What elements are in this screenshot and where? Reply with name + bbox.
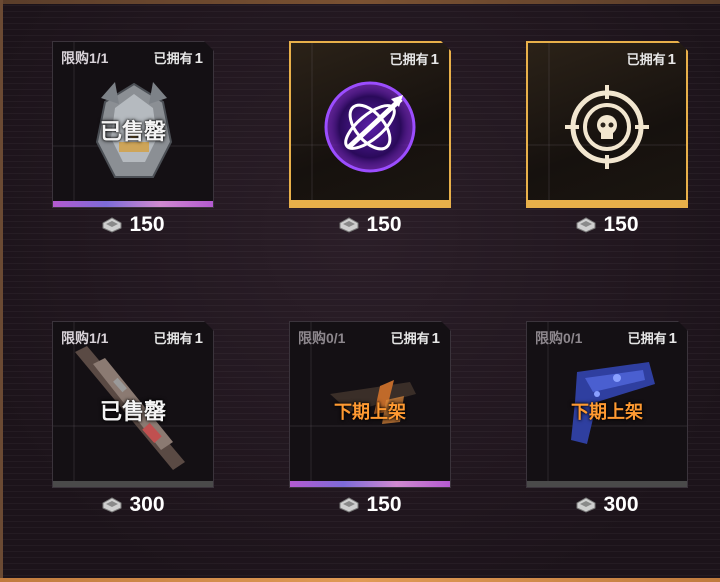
price-value: 300 — [129, 493, 165, 516]
item-tile[interactable]: 已拥有 1 — [526, 41, 688, 208]
owned-count: 已拥有 1 — [153, 330, 203, 347]
item-tile[interactable]: 限购0/1 已拥有 1 下期上架 — [289, 321, 451, 488]
shop-item-card[interactable]: 限购0/1 已拥有 1 下期上架 150 — [289, 321, 451, 516]
shop-item-card[interactable]: 已拥有 1 150 — [289, 41, 451, 236]
owned-count: 已拥有 1 — [627, 330, 677, 347]
sold-out-label: 已售罄 — [99, 399, 166, 424]
item-tile[interactable]: 限购0/1 已拥有 1 下期上架 — [526, 321, 688, 488]
owned-count: 已拥有 1 — [153, 50, 203, 67]
coming-next-label: 下期上架 — [334, 402, 406, 422]
rarity-bar — [527, 481, 687, 487]
price-value: 150 — [603, 213, 639, 236]
rarity-bar — [528, 200, 686, 206]
frame-left-border — [0, 0, 3, 582]
currency-chip-icon — [102, 217, 122, 233]
owned-count: 已拥有 1 — [390, 330, 440, 347]
frame-top-border — [0, 0, 720, 4]
price: 150 — [289, 492, 451, 518]
price: 150 — [289, 212, 451, 238]
currency-chip-icon — [102, 497, 122, 513]
rarity-bar — [53, 201, 213, 207]
item-tile[interactable]: 限购1/1 已拥有 1 已售罄 — [52, 321, 214, 488]
shop-item-card[interactable]: 限购1/1 已拥有 1 已售罄 150 — [52, 41, 214, 236]
shop-item-card[interactable]: 限购1/1 已拥有 1 已售罄 300 — [52, 321, 214, 516]
purchase-limit: 限购0/1 — [535, 330, 583, 346]
currency-chip-icon — [339, 217, 359, 233]
purchase-limit: 限购0/1 — [298, 330, 346, 346]
sold-out-label: 已售罄 — [99, 119, 166, 144]
price: 300 — [526, 492, 688, 518]
price-value: 150 — [366, 213, 402, 236]
item-tile[interactable]: 限购1/1 已拥有 1 已售罄 — [52, 41, 214, 208]
price: 300 — [52, 492, 214, 518]
price-value: 150 — [366, 493, 402, 516]
owned-count: 已拥有 1 — [389, 51, 439, 68]
rarity-bar — [291, 200, 449, 206]
coming-next-label: 下期上架 — [571, 402, 643, 422]
item-tile[interactable]: 已拥有 1 — [289, 41, 451, 208]
rarity-bar — [290, 481, 450, 487]
currency-chip-icon — [339, 497, 359, 513]
purchase-limit: 限购1/1 — [61, 50, 109, 66]
price: 150 — [52, 212, 214, 238]
owned-count: 已拥有 1 — [626, 51, 676, 68]
price-value: 150 — [129, 213, 165, 236]
currency-chip-icon — [576, 497, 596, 513]
shop-item-card[interactable]: 限购0/1 已拥有 1 下期上架 300 — [526, 321, 688, 516]
frame-bottom-border — [0, 578, 720, 582]
purchase-limit: 限购1/1 — [61, 330, 109, 346]
price-value: 300 — [603, 493, 639, 516]
price: 150 — [526, 212, 688, 238]
rarity-bar — [53, 481, 213, 487]
shop-item-card[interactable]: 已拥有 1 150 — [526, 41, 688, 236]
currency-chip-icon — [576, 217, 596, 233]
